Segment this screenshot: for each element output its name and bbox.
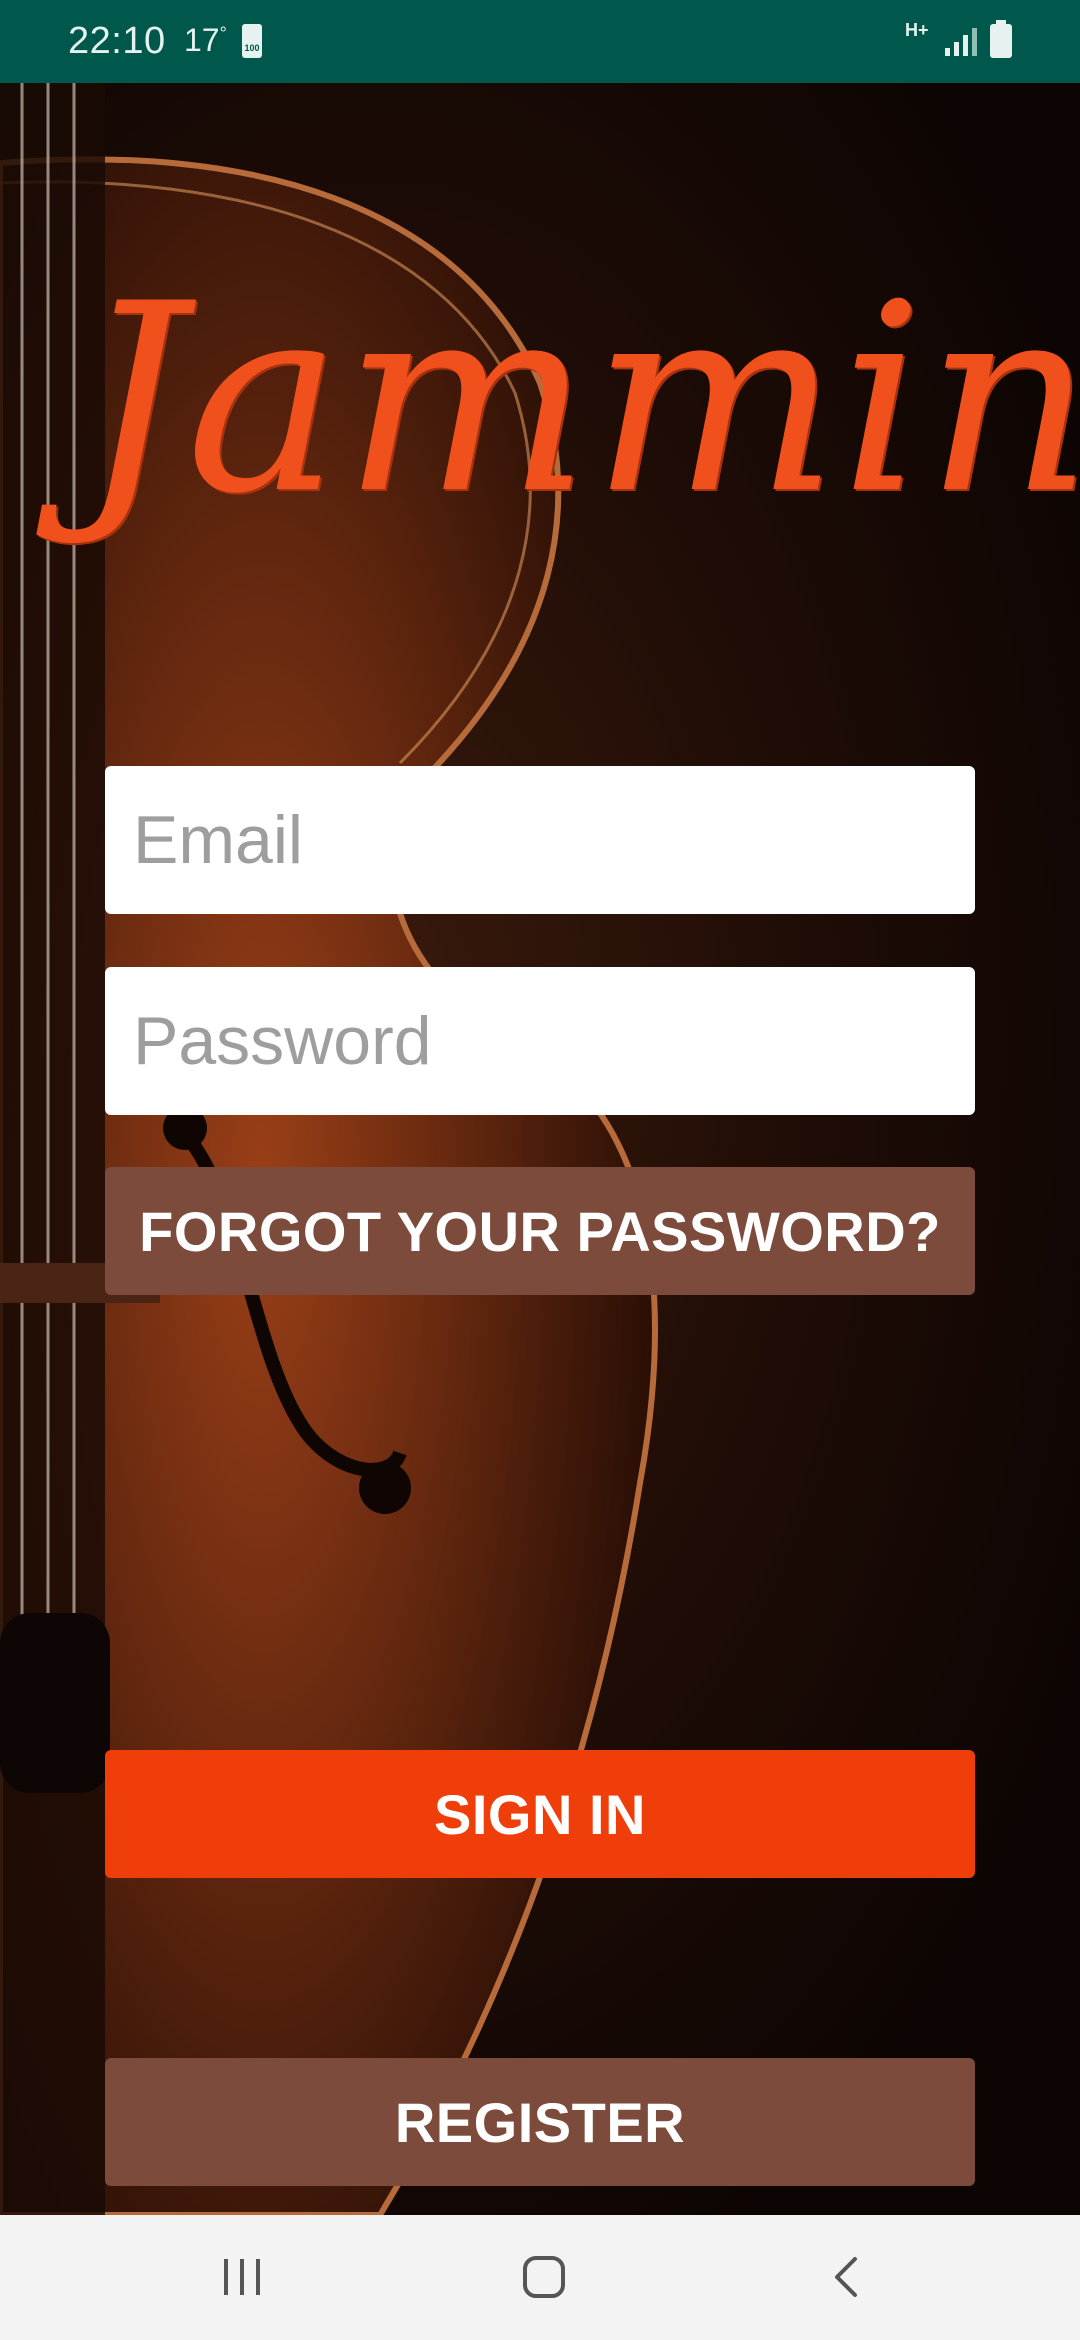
- status-temperature: 17°: [184, 22, 227, 59]
- app-logo: Jammin: [80, 249, 1080, 551]
- forgot-password-button[interactable]: FORGOT YOUR PASSWORD?: [105, 1167, 975, 1295]
- recents-icon: [224, 2259, 260, 2295]
- home-button[interactable]: [484, 2237, 604, 2317]
- network-type-icon: H+: [905, 20, 929, 40]
- register-button[interactable]: REGISTER: [105, 2058, 975, 2186]
- back-icon: [835, 2257, 857, 2297]
- temperature-unit: °: [219, 23, 227, 44]
- battery-saver-icon: 100: [242, 24, 262, 58]
- signal-icon: [945, 28, 977, 56]
- recents-button[interactable]: [182, 2237, 302, 2317]
- email-field[interactable]: [105, 766, 975, 914]
- navigation-bar: [0, 2215, 1080, 2340]
- home-icon: [523, 2256, 565, 2298]
- battery-saver-label: 100: [244, 43, 260, 53]
- back-button[interactable]: [786, 2237, 906, 2317]
- status-bar: 22:10 17° 100 H+: [0, 0, 1080, 83]
- temperature-value: 17: [184, 22, 220, 58]
- login-screen: 22:10 17° 100 H+ Jammin Email FORGOT YOU…: [0, 0, 1080, 2340]
- password-field[interactable]: [105, 967, 975, 1115]
- status-time: 22:10: [68, 20, 166, 62]
- sign-in-button[interactable]: SIGN IN: [105, 1750, 975, 1878]
- battery-icon: [990, 20, 1012, 58]
